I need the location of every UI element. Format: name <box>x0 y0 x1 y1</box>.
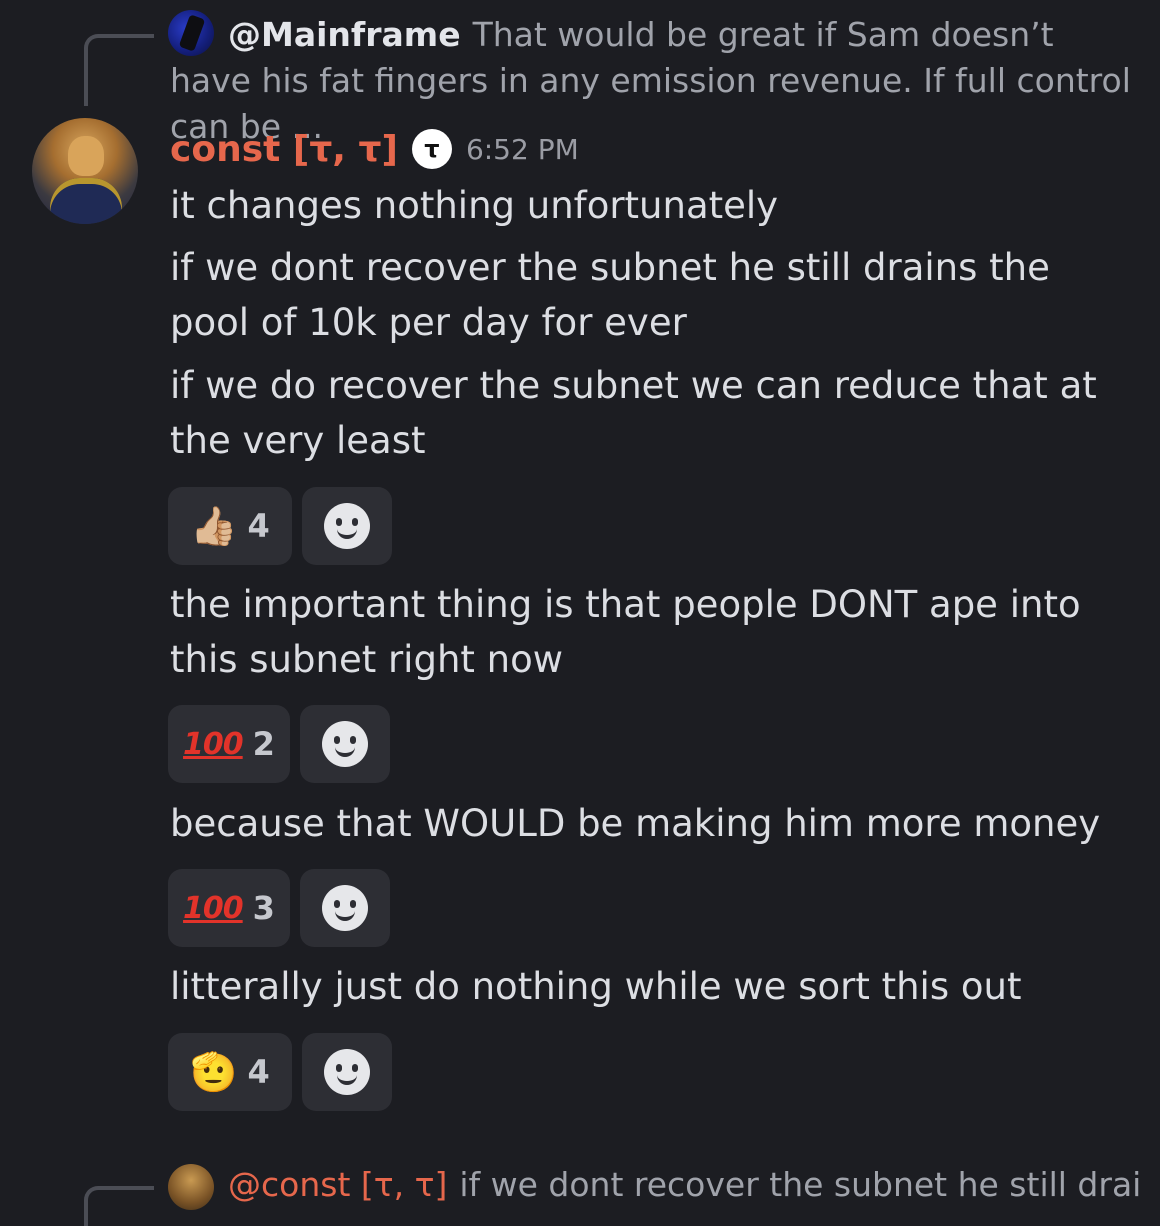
message-line: litterally just do nothing while we sort… <box>170 965 1022 1008</box>
add-reaction-button[interactable] <box>302 1033 392 1111</box>
reaction-salute[interactable]: 🫡 4 <box>168 1033 292 1111</box>
add-reaction-button[interactable] <box>300 869 390 947</box>
reaction-bar: 100 3 <box>168 869 390 947</box>
reaction-count: 4 <box>247 1053 270 1091</box>
timestamp: 6:52 PM <box>465 132 579 166</box>
hundred-points-icon: 100 <box>183 726 244 762</box>
message-line: if we do recover the subnet we can reduc… <box>170 364 1097 462</box>
reaction-count: 4 <box>247 507 270 545</box>
add-reaction-icon <box>324 503 370 549</box>
reply-connector-line <box>84 1186 154 1226</box>
add-reaction-icon <box>322 885 368 931</box>
message-line: if we dont recover the subnet he still d… <box>170 246 1050 344</box>
reaction-bar: 100 2 <box>168 705 390 783</box>
reaction-thumbs-up[interactable]: 👍🏼 4 <box>168 487 292 565</box>
add-reaction-button[interactable] <box>300 705 390 783</box>
username[interactable]: const [τ, τ] <box>170 129 398 170</box>
message-line: it changes nothing unfortunately <box>170 184 779 227</box>
reaction-count: 2 <box>252 725 275 763</box>
reply-connector-line <box>84 34 154 106</box>
role-badge-icon: τ <box>411 129 452 169</box>
add-reaction-button[interactable] <box>302 487 392 565</box>
add-reaction-icon <box>322 721 368 767</box>
reaction-bar: 🫡 4 <box>168 1033 392 1111</box>
thumbs-up-icon: 👍🏼 <box>190 504 238 548</box>
avatar[interactable] <box>32 118 138 224</box>
message-line: because that WOULD be making him more mo… <box>170 802 1101 845</box>
reply-mention[interactable]: @const [τ, τ] <box>228 1165 447 1204</box>
add-reaction-icon <box>324 1049 370 1095</box>
reply-snippet: if we dont recover the subnet he still d… <box>459 1165 1140 1204</box>
reply-mention[interactable]: @Mainframe <box>228 15 461 54</box>
message-header: const [τ, τ] τ 6:52 PM <box>170 124 579 174</box>
message-line: the important thing is that people DONT … <box>170 583 1081 681</box>
reaction-bar: 👍🏼 4 <box>168 487 392 565</box>
reaction-count: 3 <box>252 889 275 927</box>
reaction-hundred[interactable]: 100 3 <box>168 869 290 947</box>
saluting-face-icon: 🫡 <box>190 1050 238 1094</box>
reaction-hundred[interactable]: 100 2 <box>168 705 290 783</box>
hundred-points-icon: 100 <box>183 890 244 926</box>
reply-preview[interactable]: @const [τ, τ] if we dont recover the subn… <box>170 1162 1140 1208</box>
